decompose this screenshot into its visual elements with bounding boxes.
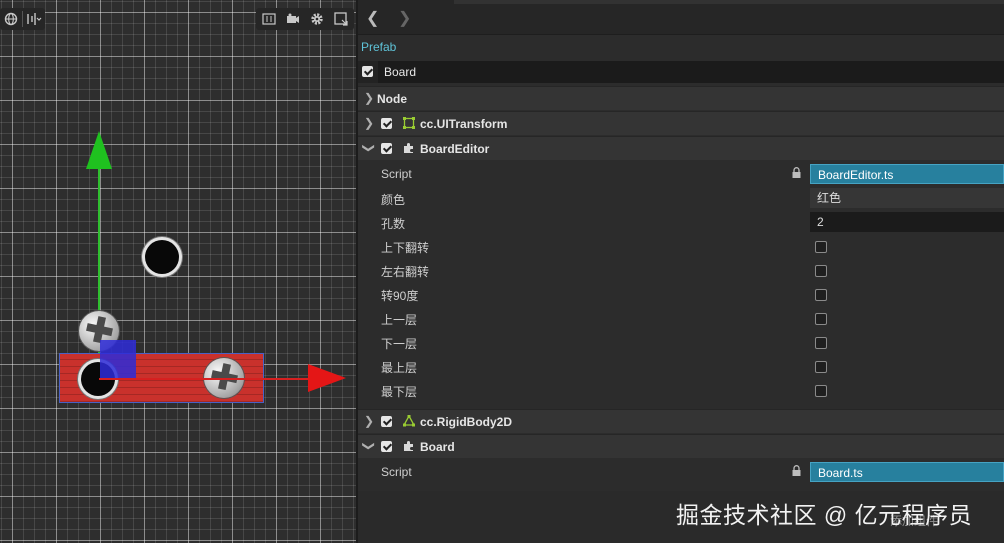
camera-icon[interactable] — [282, 8, 304, 30]
prop-layer-down: 下一层 — [358, 330, 1004, 354]
script-asset-field[interactable]: Board.ts — [810, 462, 1004, 482]
chevron-right-icon[interactable]: ❯ — [364, 91, 374, 105]
prefab-label[interactable]: Prefab — [361, 40, 396, 54]
section-title: BoardEditor — [420, 142, 490, 156]
x-axis-line — [99, 378, 313, 380]
scene-toolbar-left — [0, 8, 45, 30]
lock-icon — [792, 465, 801, 479]
x-axis-arrow-handle[interactable] — [308, 364, 346, 392]
section-title: cc.UITransform — [420, 117, 508, 131]
frame-icon[interactable] — [330, 8, 352, 30]
align-icon[interactable] — [23, 8, 45, 30]
section-title: cc.RigidBody2D — [420, 415, 513, 429]
flip-horizontal-checkbox[interactable] — [815, 265, 827, 277]
prop-label: 左右翻转 — [381, 265, 430, 279]
section-boardeditor[interactable]: ❯ BoardEditor — [358, 136, 1004, 160]
node-name-row: Board — [358, 61, 1004, 83]
rigidbody-icon — [402, 414, 416, 430]
flip-vertical-checkbox[interactable] — [815, 241, 827, 253]
inspector-panel: ❮ ❯ Prefab Board ❯ Node ❯ cc.UITransform… — [358, 0, 1004, 543]
forward-arrow-icon[interactable]: ❯ — [398, 8, 411, 28]
section-title: Node — [377, 92, 407, 106]
component-enabled-checkbox[interactable] — [381, 118, 392, 129]
prop-label: 上一层 — [381, 313, 418, 327]
component-enabled-checkbox[interactable] — [381, 441, 392, 452]
back-arrow-icon[interactable]: ❮ — [366, 8, 379, 28]
layer-down-checkbox[interactable] — [815, 337, 827, 349]
gear-icon[interactable] — [306, 8, 328, 30]
prop-label: 下一层 — [381, 337, 418, 351]
inspector-header: ❮ ❯ — [358, 0, 1004, 35]
prop-holes: 孔数 2 — [358, 210, 1004, 234]
globe-icon[interactable] — [0, 8, 22, 30]
section-node[interactable]: ❯ Node — [358, 86, 1004, 110]
chevron-down-icon[interactable]: ❯ — [362, 143, 376, 153]
section-title: Board — [420, 440, 455, 454]
prop-bottom-layer: 最下层 — [358, 378, 1004, 402]
prop-label: 最上层 — [381, 361, 418, 375]
prop-label: 颜色 — [381, 193, 406, 207]
prop-label: 最下层 — [381, 385, 418, 399]
prop-top-layer: 最上层 — [358, 354, 1004, 378]
lock-icon — [792, 167, 801, 181]
prop-label: 孔数 — [381, 217, 406, 231]
move-handle[interactable] — [100, 340, 136, 378]
prop-label: Script — [381, 465, 412, 479]
prop-rotate-90: 转90度 — [358, 282, 1004, 306]
prop-layer-up: 上一层 — [358, 306, 1004, 330]
scene-toolbar-right — [256, 8, 354, 30]
prop-script: Script BoardEditor.ts — [358, 162, 1004, 186]
section-uitransform[interactable]: ❯ cc.UITransform — [358, 111, 1004, 135]
rotate-90-checkbox[interactable] — [815, 289, 827, 301]
bottom-layer-checkbox[interactable] — [815, 385, 827, 397]
section-rigidbody2d[interactable]: ❯ cc.RigidBody2D — [358, 409, 1004, 433]
puzzle-icon — [403, 440, 415, 455]
holes-number-input[interactable]: 2 — [810, 212, 1004, 232]
node-active-checkbox[interactable] — [362, 66, 373, 77]
transform-icon — [403, 117, 415, 132]
layer-up-checkbox[interactable] — [815, 313, 827, 325]
script-asset-field[interactable]: BoardEditor.ts — [810, 164, 1004, 184]
prop-label: Script — [381, 167, 412, 181]
watermark: 掘金技术社区 @ 亿元程序员 — [676, 502, 973, 528]
y-axis-arrow-handle[interactable] — [86, 131, 112, 169]
tab-strip — [454, 0, 1004, 4]
prop-flip-horizontal: 左右翻转 — [358, 258, 1004, 282]
chevron-right-icon[interactable]: ❯ — [364, 116, 374, 130]
top-layer-checkbox[interactable] — [815, 361, 827, 373]
section-board[interactable]: ❯ Board — [358, 434, 1004, 458]
component-enabled-checkbox[interactable] — [381, 416, 392, 427]
prop-board-script: Script Board.ts — [358, 460, 1004, 484]
prop-color: 颜色 红色 — [358, 186, 1004, 210]
puzzle-icon — [403, 142, 415, 157]
board-hole — [145, 240, 179, 274]
snap-icon[interactable] — [258, 8, 280, 30]
chevron-down-icon[interactable]: ❯ — [362, 441, 376, 451]
prop-label: 转90度 — [381, 289, 419, 303]
color-select[interactable]: 红色 — [810, 188, 1004, 208]
prop-label: 上下翻转 — [381, 241, 430, 255]
scene-view[interactable]: ✚ ✚ — [0, 0, 356, 543]
chevron-right-icon[interactable]: ❯ — [364, 414, 374, 428]
component-enabled-checkbox[interactable] — [381, 143, 392, 154]
node-name-field[interactable]: Board — [378, 61, 1004, 83]
prop-flip-vertical: 上下翻转 — [358, 234, 1004, 258]
